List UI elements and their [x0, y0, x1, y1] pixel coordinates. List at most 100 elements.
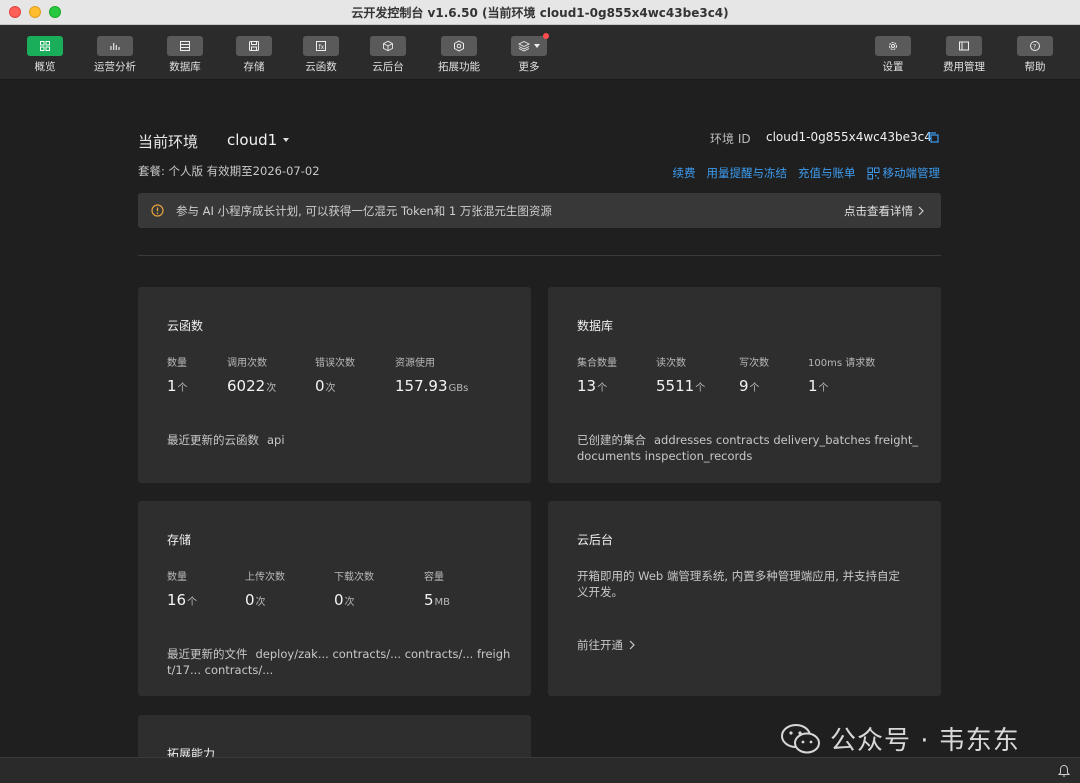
toolbar-overview[interactable]: 概览 [10, 25, 80, 80]
stat-label: 资源使用 [395, 358, 435, 369]
notice-details-label: 点击查看详情 [844, 203, 913, 218]
env-id-label: 环境 ID [710, 132, 751, 146]
functions-card[interactable]: 云函数 数量 1个 调用次数 6022次 错误次数 0次 资源使用 157.93GBs … [138, 287, 531, 483]
toolbar-label: 云函数 [305, 61, 337, 73]
storage-card[interactable]: 存储 数量 16个 上传次数 0次 下载次数 0次 容量 5MB 最近更新的文件 depl… [138, 501, 531, 696]
toolbar-label: 存储 [243, 61, 265, 73]
card-title: 云函数 [167, 319, 204, 333]
stat-unit: 次 [344, 597, 355, 608]
env-selector[interactable]: cloud1 [227, 131, 290, 149]
mobile-management-label: 移动端管理 [882, 166, 941, 180]
stat-capacity: 容量 5MB [424, 568, 450, 609]
toolbar-label: 帮助 [1024, 61, 1046, 73]
toolbar-settings[interactable]: 设置 [858, 25, 928, 80]
extensions-card[interactable]: 拓展能力 [138, 715, 531, 757]
stat-unit: MB [434, 597, 451, 608]
layers-icon [518, 40, 530, 52]
toolbar-backend[interactable]: 云后台 [353, 25, 423, 80]
grid-icon [40, 41, 50, 51]
toolbar-label: 运营分析 [94, 61, 136, 73]
chevron-right-icon [918, 206, 924, 215]
recharge-link[interactable]: 充值与账单 [798, 165, 856, 181]
qrcode-icon [867, 167, 879, 179]
files-list-line1[interactable]: deploy/zak... contracts/... contracts/..… [256, 647, 511, 661]
toolbar-help[interactable]: ? 帮助 [1000, 25, 1070, 80]
toolbar-database[interactable]: 数据库 [150, 25, 220, 80]
save-icon [249, 41, 259, 51]
stat-label: 错误次数 [315, 358, 355, 369]
card-footer: 已创建的集合 addresses contracts delivery_batch… [577, 432, 918, 464]
close-window-button[interactable] [9, 6, 21, 18]
toolbar-analytics[interactable]: 运营分析 [80, 25, 150, 80]
help-icon: ? [1030, 41, 1040, 51]
card-title: 存储 [167, 533, 192, 547]
collections-list-line2[interactable]: documents inspection_records [577, 448, 918, 464]
card-title: 云后台 [577, 533, 614, 547]
stat-unit: 个 [818, 383, 829, 394]
stat-label: 数量 [167, 572, 187, 583]
footer-value[interactable]: api [267, 433, 285, 447]
stat-label: 写次数 [739, 358, 769, 369]
minimize-window-button[interactable] [29, 6, 41, 18]
files-list-line2[interactable]: t/17... contracts/... [167, 662, 510, 678]
notice-text: 参与 AI 小程序成长计划, 可以获得一亿混元 Token和 1 万张混元生图资… [176, 203, 552, 218]
env-id-value: cloud1-0g855x4wc43be3c4 [766, 130, 932, 144]
card-footer: 最近更新的云函数 api [167, 432, 285, 448]
chevron-right-icon [629, 640, 635, 650]
mobile-management-link[interactable]: 移动端管理 [867, 165, 941, 181]
toolbar-label: 云后台 [372, 61, 404, 73]
stat-value: 9 [739, 377, 749, 395]
divider [138, 255, 941, 256]
renew-link[interactable]: 续费 [673, 165, 696, 181]
stat-value: 13 [577, 377, 597, 395]
description-line2: 义开发。 [577, 585, 623, 599]
stat-value: 5511 [656, 377, 695, 395]
stat-unit: GBs [448, 383, 469, 394]
notice-details-link[interactable]: 点击查看详情 [844, 203, 924, 219]
stat-unit: 个 [597, 383, 608, 394]
footer-label: 已创建的集合 [577, 433, 646, 447]
chevron-down-icon [283, 138, 290, 142]
bar-chart-icon [110, 43, 120, 50]
stat-label: 100ms 请求数 [808, 358, 876, 369]
stat-label: 容量 [424, 572, 444, 583]
enable-link-label: 前往开通 [577, 638, 623, 652]
toolbar-functions[interactable]: fx 云函数 [286, 25, 356, 80]
toolbar-label: 概览 [34, 61, 56, 73]
stat-label: 读次数 [656, 358, 686, 369]
stat-value: 6022 [227, 377, 266, 395]
usage-alert-link[interactable]: 用量提醒与冻结 [707, 165, 788, 181]
stat-value: 0 [315, 377, 325, 395]
toolbar-label: 数据库 [169, 61, 201, 73]
toolbar: 概览 运营分析 数据库 存储 fx 云函数 云后台 拓展功能 更多 设置 费用管… [0, 25, 1080, 80]
collections-list-line1[interactable]: addresses contracts delivery_batches fre… [654, 433, 918, 447]
toolbar-extensions[interactable]: 拓展功能 [424, 25, 494, 80]
card-title: 数据库 [577, 319, 614, 333]
stat-count: 数量 1个 [167, 354, 188, 395]
stat-value: 1 [808, 377, 818, 395]
watermark-text: 公众号 · 韦东东 [830, 726, 1020, 756]
stat-collections: 集合数量 13个 [577, 354, 617, 395]
toolbar-label: 设置 [882, 61, 904, 73]
enable-link[interactable]: 前往开通 [577, 637, 635, 653]
maximize-window-button[interactable] [49, 6, 61, 18]
copy-icon[interactable] [928, 132, 939, 143]
card-footer: 最近更新的文件 deploy/zak... contracts/... contr… [167, 646, 510, 678]
env-label: 当前环境 [138, 133, 199, 151]
env-links: 续费 用量提醒与冻结 充值与账单 移动端管理 [673, 165, 941, 181]
toolbar-storage[interactable]: 存储 [219, 25, 289, 80]
toolbar-more[interactable]: 更多 [494, 25, 564, 80]
stat-value: 5 [424, 591, 434, 609]
backend-card[interactable]: 云后台 开箱即用的 Web 端管理系统, 内置多种管理端应用, 并支持自定 义开… [548, 501, 941, 696]
wechat-icon [781, 723, 820, 753]
cube-icon [383, 40, 393, 52]
window-controls [9, 6, 61, 18]
toolbar-billing[interactable]: 费用管理 [929, 25, 999, 80]
stat-uploads: 上传次数 0次 [245, 568, 285, 609]
database-card[interactable]: 数据库 集合数量 13个 读次数 5511个 写次数 9个 100ms 请求数 1个 已… [548, 287, 941, 483]
stat-unit: 次 [266, 383, 277, 394]
function-icon: fx [316, 41, 326, 51]
watermark: 公众号 · 韦东东 [780, 720, 1020, 757]
bell-icon[interactable] [1058, 764, 1070, 778]
stat-errors: 错误次数 0次 [315, 354, 355, 395]
